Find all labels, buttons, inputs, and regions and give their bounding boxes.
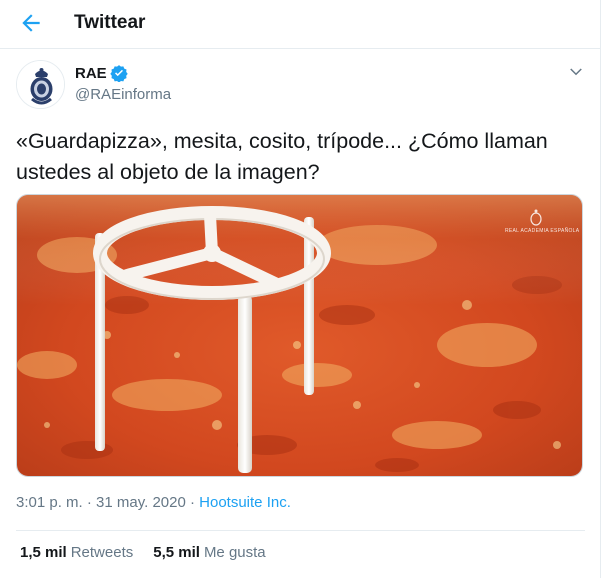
- avatar[interactable]: [16, 60, 65, 109]
- arrow-left-icon[interactable]: [18, 10, 44, 36]
- tweet-text: «Guardapizza», mesita, cosito, trípode..…: [16, 129, 548, 184]
- author-name-row: RAE: [75, 64, 128, 83]
- divider: [16, 530, 585, 531]
- tweet-image[interactable]: [16, 194, 583, 477]
- tweet-stats: 1,5 mil Retweets 5,5 mil Me gusta: [20, 544, 286, 561]
- author-name[interactable]: RAE: [75, 65, 107, 82]
- likes-count: 5,5 mil: [153, 544, 200, 561]
- tweet-detail-panel: Twittear RAE @RAEinforma «Guardapizza», …: [0, 0, 601, 578]
- image-watermark: REAL ACADEMIA ESPAÑOLA: [505, 228, 580, 234]
- retweets-label: Retweets: [70, 544, 134, 561]
- tweet-source-link[interactable]: Hootsuite Inc.: [199, 494, 291, 511]
- chevron-down-icon[interactable]: [567, 63, 585, 81]
- rae-crest-icon: [17, 61, 64, 108]
- author-handle[interactable]: @RAEinforma: [75, 86, 171, 103]
- meta-separator: ·: [185, 494, 200, 511]
- tweet-meta: 3:01 p. m. · 31 may. 2020 · Hootsuite In…: [16, 494, 291, 511]
- verified-badge-icon: [109, 64, 128, 83]
- retweets-count: 1,5 mil: [20, 544, 67, 561]
- retweets-stat[interactable]: 1,5 mil Retweets: [20, 544, 133, 561]
- pizza-saver-photo: [17, 195, 582, 476]
- header: Twittear: [0, 0, 601, 49]
- likes-stat[interactable]: 5,5 mil Me gusta: [153, 544, 265, 561]
- tweet-time[interactable]: 3:01 p. m. · 31 may. 2020: [16, 494, 186, 511]
- page-title: Twittear: [74, 12, 146, 33]
- likes-label: Me gusta: [203, 544, 266, 561]
